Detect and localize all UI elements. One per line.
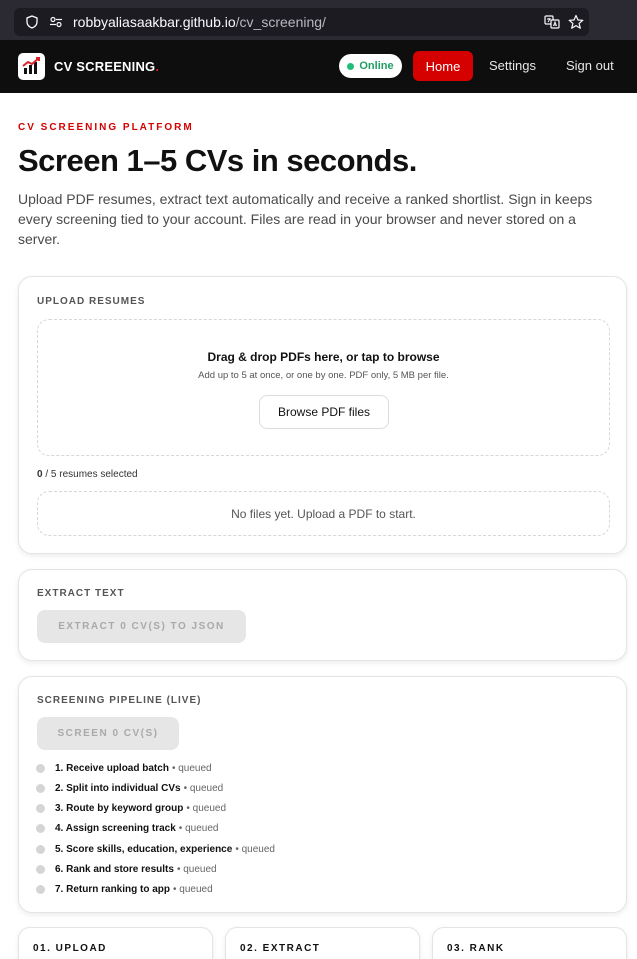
- shield-icon: [26, 15, 38, 29]
- status-label: Online: [359, 60, 394, 72]
- step-label: 7. Return ranking to app: [55, 883, 171, 895]
- pdf-dropzone[interactable]: Drag & drop PDFs here, or tap to browse …: [37, 319, 610, 456]
- browse-pdf-button[interactable]: Browse PDF files: [259, 395, 389, 429]
- pipeline-step: 7. Return ranking to app • queued: [36, 882, 213, 896]
- brand-text: CV SCREENING: [54, 59, 156, 74]
- pipeline-step: 1. Receive upload batch • queued: [36, 761, 212, 775]
- step-label: 5. Score skills, education, experience: [55, 843, 233, 855]
- url-path: /cv_screening/: [235, 14, 326, 30]
- step-status: • queued: [235, 843, 275, 855]
- dropzone-title: Drag & drop PDFs here, or tap to browse: [207, 350, 440, 364]
- step-label: 6. Rank and store results: [55, 863, 174, 875]
- nav-settings-link[interactable]: Settings: [489, 58, 536, 73]
- step-status: • queued: [178, 822, 219, 834]
- stage-card-extract: 02. EXTRACT: [225, 927, 420, 959]
- hero-kicker: CV SCREENING PLATFORM: [18, 122, 194, 133]
- extract-button[interactable]: EXTRACT 0 CV(S) TO JSON: [37, 610, 246, 643]
- step-status-dot-icon: [36, 783, 45, 793]
- step-status-dot-icon: [36, 884, 45, 894]
- step-label: 2. Split into individual CVs: [55, 782, 181, 794]
- step-status: • queued: [173, 883, 213, 895]
- pipeline-step: 3. Route by keyword group • queued: [36, 801, 226, 815]
- page-title: Screen 1–5 CVs in seconds.: [18, 143, 417, 178]
- brand-dot: .: [155, 59, 160, 74]
- upload-card-title: UPLOAD RESUMES: [37, 296, 146, 307]
- step-label: 3. Route by keyword group: [55, 802, 184, 814]
- resume-count-label: / 5 resumes selected: [42, 469, 138, 480]
- step-status: • queued: [176, 863, 217, 875]
- pipeline-card-title: SCREENING PIPELINE (LIVE): [37, 695, 202, 706]
- chart-logo-icon: [22, 57, 40, 74]
- pipeline-step: 4. Assign screening track • queued: [36, 821, 218, 835]
- brand-name: CV SCREENING.: [54, 59, 159, 74]
- status-badge: Online: [339, 54, 402, 78]
- bookmark-star-icon[interactable]: [568, 14, 584, 30]
- step-status-dot-icon: [36, 763, 45, 773]
- resume-count: 0 / 5 resumes selected: [37, 469, 138, 480]
- step-status: • queued: [186, 802, 227, 814]
- upload-card: UPLOAD RESUMES Drag & drop PDFs here, or…: [18, 276, 627, 554]
- pipeline-step: 5. Score skills, education, experience • …: [36, 842, 275, 856]
- url-host: robbyaliasaakbar.github.io: [73, 14, 236, 30]
- step-status: • queued: [171, 762, 212, 774]
- nav-home-button[interactable]: Home: [413, 51, 473, 81]
- step-status-dot-icon: [36, 844, 45, 854]
- step-label: 4. Assign screening track: [55, 822, 176, 834]
- pipeline-step: 6. Rank and store results • queued: [36, 862, 217, 876]
- hero-description: Upload PDF resumes, extract text automat…: [18, 191, 593, 247]
- stage-card-upload: 01. UPLOAD: [18, 927, 213, 959]
- extract-card: EXTRACT TEXT EXTRACT 0 CV(S) TO JSON: [18, 569, 627, 661]
- pipeline-card: SCREENING PIPELINE (LIVE) SCREEN 0 CV(S)…: [18, 676, 627, 913]
- extract-card-title: EXTRACT TEXT: [37, 588, 125, 599]
- step-status: • queued: [183, 782, 224, 794]
- address-bar[interactable]: robbyaliasaakbar.github.io/cv_screening/: [14, 8, 589, 36]
- site-permissions-icon[interactable]: [49, 15, 63, 29]
- step-status-dot-icon: [36, 864, 45, 874]
- url-text: robbyaliasaakbar.github.io/cv_screening/: [73, 14, 326, 30]
- step-status-dot-icon: [36, 823, 45, 833]
- dropzone-subtitle: Add up to 5 at once, or one by one. PDF …: [198, 370, 449, 381]
- stage-card-rank: 03. RANK: [432, 927, 627, 959]
- online-dot-icon: [347, 62, 355, 70]
- browser-toolbar: robbyaliasaakbar.github.io/cv_screening/: [0, 0, 637, 40]
- app-header: CV SCREENING.: [0, 40, 637, 93]
- file-list-empty: No files yet. Upload a PDF to start.: [37, 491, 610, 536]
- stage-title: 02. EXTRACT: [240, 943, 321, 954]
- nav-signout-link[interactable]: Sign out: [566, 58, 614, 73]
- stage-title: 01. UPLOAD: [33, 943, 107, 954]
- screen-button[interactable]: SCREEN 0 CV(S): [37, 717, 179, 750]
- stage-title: 03. RANK: [447, 943, 505, 954]
- translate-icon[interactable]: [544, 14, 560, 30]
- step-label: 1. Receive upload batch: [55, 762, 169, 774]
- pipeline-step: 2. Split into individual CVs • queued: [36, 781, 223, 795]
- app-logo[interactable]: [18, 53, 45, 80]
- step-status-dot-icon: [36, 803, 45, 813]
